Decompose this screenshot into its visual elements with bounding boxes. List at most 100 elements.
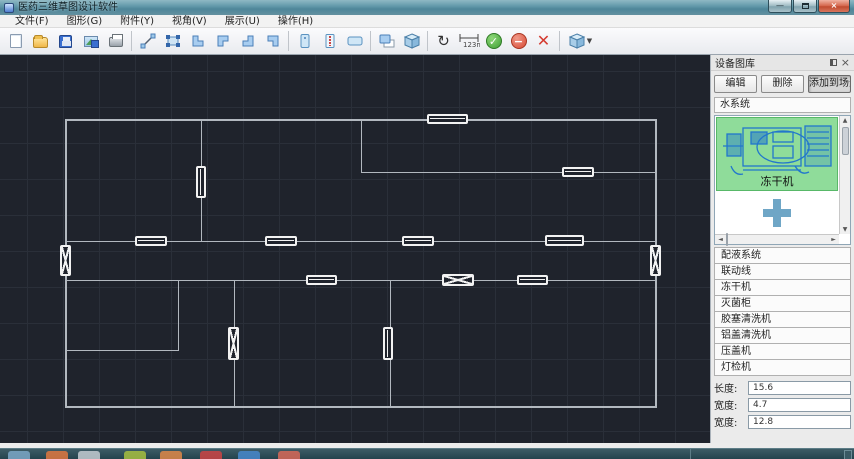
corner-wall-bl-icon [190,33,206,49]
category-water-system[interactable]: 水系统 [714,97,851,113]
menu-file[interactable]: 文件(F) [6,15,58,28]
window-symbol[interactable] [306,275,337,285]
scroll-down-icon[interactable]: ▼ [840,225,851,234]
window-symbol[interactable] [196,166,206,198]
panel-close-icon[interactable]: × [841,58,850,68]
dimension-tool-button[interactable]: 123m [456,29,481,53]
vertical-scroll-thumb[interactable] [842,127,849,155]
horizontal-scroll-thumb[interactable] [726,233,728,246]
list-item-linkage-line[interactable]: 联动线 [714,263,851,280]
width-input[interactable]: 4.7 [748,398,851,412]
taskbar-icon[interactable] [200,451,222,459]
window-symbol[interactable] [265,236,297,246]
plus-icon [763,199,791,227]
line-tool-button[interactable] [135,29,160,53]
delete-item-button[interactable]: 删除 [761,75,804,93]
x-icon: ✕ [537,33,550,49]
maximize-button[interactable] [793,0,817,13]
open-folder-icon [33,37,48,48]
length-input[interactable]: 15.6 [748,381,851,395]
open-file-button[interactable] [28,29,53,53]
rect-tool-button[interactable] [342,29,367,53]
list-item-capping-machine[interactable]: 压盖机 [714,343,851,360]
width2-label: 宽度: [714,414,748,429]
wall [178,280,179,351]
corner-wall-tool-tl-button[interactable] [210,29,235,53]
door-symbol[interactable] [60,245,71,276]
taskbar-icon[interactable] [78,451,100,459]
window-symbol[interactable] [135,236,167,246]
window-tool-button[interactable] [317,29,342,53]
confirm-button[interactable]: ✓ [481,29,506,53]
overlap-rect-tool-button[interactable] [374,29,399,53]
library-box: 冻干机 ▲ ▼ ◄ ► [714,115,851,245]
window-symbol[interactable] [517,275,548,285]
list-item-stopper-washer[interactable]: 胶塞清洗机 [714,311,851,328]
door-symbol[interactable] [442,274,474,286]
dimension-icon: 123m [458,33,480,49]
corner-wall-br-icon [240,33,256,49]
minimize-button[interactable]: — [768,0,792,13]
menu-attachment[interactable]: 附件(Y) [111,15,163,28]
corner-wall-tool-tr-button[interactable] [260,29,285,53]
horizontal-scrollbar[interactable]: ◄ ► [715,234,839,244]
corner-wall-tool-bl-button[interactable] [185,29,210,53]
taskbar-icon[interactable] [278,451,300,459]
list-item-light-inspector[interactable]: 灯检机 [714,359,851,376]
taskbar-icon[interactable] [124,451,146,459]
window-symbol[interactable] [402,236,434,246]
menu-view[interactable]: 视角(V) [163,15,216,28]
taskbar-icon[interactable] [8,451,30,459]
window-symbol[interactable] [383,327,393,360]
window-symbol[interactable] [427,114,468,124]
library-item-freeze-dryer[interactable]: 冻干机 [716,117,838,191]
taskbar-icon[interactable] [160,451,182,459]
width2-input[interactable]: 12.8 [748,415,851,429]
list-item-freeze-dryer[interactable]: 冻干机 [714,279,851,296]
export-image-button[interactable] [78,29,103,53]
rotate-tool-button[interactable]: ↻ [431,29,456,53]
wall [361,119,362,173]
corner-wall-tool-br-button[interactable] [235,29,260,53]
menu-shape[interactable]: 图形(G) [58,15,112,28]
save-icon [59,35,72,48]
library-add-item[interactable] [716,191,838,234]
menu-operate[interactable]: 操作(H) [269,15,322,28]
taskbar-icon[interactable] [46,451,68,459]
new-file-button[interactable] [3,29,28,53]
list-item-sterilizer[interactable]: 灭菌柜 [714,295,851,312]
view-mode-dropdown[interactable]: ▼ [563,29,597,53]
add-to-scene-button[interactable]: 添加到场景 [808,75,851,93]
taskbar[interactable] [0,448,854,459]
menu-display[interactable]: 展示(U) [216,15,269,28]
select-rect-icon [165,33,181,49]
door-symbol[interactable] [650,245,661,276]
scroll-right-icon[interactable]: ► [828,235,839,244]
wall [65,280,656,281]
taskbar-icon[interactable] [238,451,260,459]
save-button[interactable] [53,29,78,53]
scroll-up-icon[interactable]: ▲ [840,116,851,125]
cube-tool-button[interactable] [399,29,424,53]
drawing-canvas[interactable] [0,55,710,443]
list-item-cap-washer[interactable]: 铝盖清洗机 [714,327,851,344]
toolbar-separator [427,31,428,51]
window-symbol[interactable] [545,235,584,246]
library-item-label: 冻干机 [717,173,837,189]
scroll-left-icon[interactable]: ◄ [715,235,726,244]
show-desktop-button[interactable] [844,450,852,459]
remove-button[interactable]: − [506,29,531,53]
print-button[interactable] [103,29,128,53]
vertical-scrollbar[interactable]: ▲ ▼ [839,116,850,234]
dock-panel-icon[interactable] [830,59,837,66]
door-symbol[interactable] [228,327,239,360]
select-rect-tool-button[interactable] [160,29,185,53]
list-item-mixing-system[interactable]: 配液系统 [714,247,851,264]
delete-button[interactable]: ✕ [531,29,556,53]
door-tool-button[interactable] [292,29,317,53]
window-symbol[interactable] [562,167,594,177]
edit-button[interactable]: 编辑 [714,75,757,93]
close-button[interactable]: × [818,0,850,13]
print-icon [109,37,123,47]
dimension-fields: 长度: 15.6 宽度: 4.7 宽度: 12.8 [714,379,851,430]
